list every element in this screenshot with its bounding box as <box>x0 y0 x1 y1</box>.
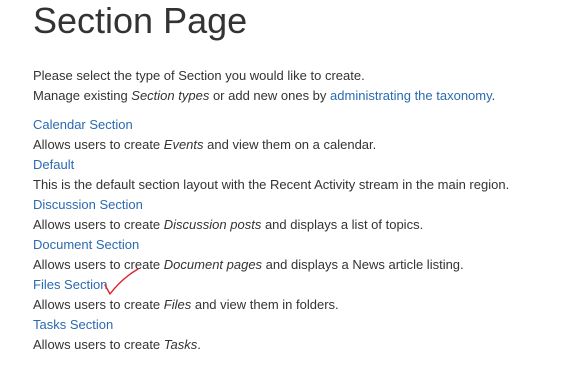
list-item: Default This is the default section layo… <box>33 155 509 195</box>
files-section-link[interactable]: Files Section <box>33 275 509 295</box>
section-type-description: Allows users to create Events and view t… <box>33 135 509 155</box>
intro-line-2-prefix: Manage existing <box>33 88 132 103</box>
description-text: Allows users to create <box>33 137 164 152</box>
document-section-link[interactable]: Document Section <box>33 235 509 255</box>
section-type-list: Calendar Section Allows users to create … <box>33 115 509 355</box>
description-text: . <box>197 337 201 352</box>
description-text: Allows users to create <box>33 297 164 312</box>
default-section-link[interactable]: Default <box>33 155 509 175</box>
intro-line-2: Manage existing Section types or add new… <box>33 86 495 106</box>
description-text: and view them in folders. <box>191 297 339 312</box>
tasks-section-link[interactable]: Tasks Section <box>33 315 509 335</box>
section-type-description: Allows users to create Document pages an… <box>33 255 509 275</box>
discussion-section-link[interactable]: Discussion Section <box>33 195 509 215</box>
section-type-description: Allows users to create Files and view th… <box>33 295 509 315</box>
description-text: and displays a News article listing. <box>262 257 464 272</box>
intro-line-1: Please select the type of Section you wo… <box>33 68 365 83</box>
description-text: Allows users to create <box>33 257 164 272</box>
section-type-description: Allows users to create Discussion posts … <box>33 215 509 235</box>
description-text: Allows users to create <box>33 337 164 352</box>
description-text: This is the default section layout with … <box>33 177 510 192</box>
list-item: Calendar Section Allows users to create … <box>33 115 509 155</box>
intro-line-2-mid: or add new ones by <box>209 88 331 103</box>
description-emphasis: Events <box>163 137 204 152</box>
section-type-description: Allows users to create Tasks. <box>33 335 509 355</box>
list-item: Tasks Section Allows users to create Tas… <box>33 315 509 355</box>
administrating-taxonomy-link[interactable]: administrating the taxonomy <box>330 88 492 103</box>
description-emphasis: Document pages <box>163 257 263 272</box>
description-text: and displays a list of topics. <box>261 217 424 232</box>
description-text: and view them on a calendar. <box>203 137 377 152</box>
description-emphasis: Files <box>163 297 192 312</box>
description-text: Allows users to create <box>33 217 164 232</box>
list-item: Discussion Section Allows users to creat… <box>33 195 509 235</box>
section-type-description: This is the default section layout with … <box>33 175 509 195</box>
calendar-section-link[interactable]: Calendar Section <box>33 115 509 135</box>
description-emphasis: Tasks <box>163 337 198 352</box>
page-title: Section Page <box>33 0 248 41</box>
intro-text: Please select the type of Section you wo… <box>33 66 495 106</box>
description-emphasis: Discussion posts <box>163 217 262 232</box>
section-types-emphasis: Section types <box>131 88 210 103</box>
intro-line-2-suffix: . <box>491 88 496 103</box>
list-item: Document Section Allows users to create … <box>33 235 509 275</box>
list-item: Files Section Allows users to create Fil… <box>33 275 509 315</box>
